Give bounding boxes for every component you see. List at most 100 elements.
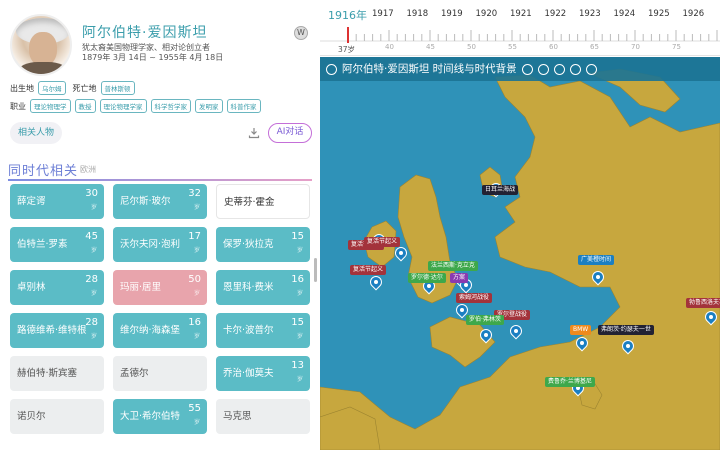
copy-icon[interactable] bbox=[521, 63, 533, 75]
timeline-age-tick: 70 bbox=[631, 43, 640, 51]
contemporary-age: 45 bbox=[85, 231, 98, 242]
map-pin-icon[interactable] bbox=[477, 326, 495, 345]
map-event-label[interactable]: 复活节起义 bbox=[364, 237, 401, 247]
job-tag[interactable]: 发明家 bbox=[195, 99, 223, 113]
person-lifespan: 1879年 3月 14日 ~ 1955年 4月 18日 bbox=[82, 53, 224, 62]
birthplace-label: 出生地 bbox=[10, 83, 34, 93]
contemporary-age: 17 bbox=[188, 231, 201, 242]
contemporary-age-unit: 岁 bbox=[90, 290, 97, 297]
contemporary-card[interactable]: 赫伯特·斯宾塞 bbox=[10, 356, 104, 391]
contemporary-card[interactable]: 卓别林 28 岁 bbox=[10, 270, 104, 305]
contemporary-name: 诺贝尔 bbox=[17, 411, 46, 422]
related-people-button[interactable]: 相关人物 bbox=[10, 122, 63, 144]
timeline-age-tick: 50 bbox=[467, 43, 476, 51]
section-divider bbox=[8, 179, 312, 181]
contemporary-card[interactable]: 恩里科·费米 16 岁 bbox=[216, 270, 310, 305]
contemporary-card[interactable]: 史蒂芬·霍金 bbox=[216, 184, 310, 219]
map[interactable]: 阿尔伯特·爱因斯坦 时间线与时代背景 日耳兰海战复活节起义复活节起义复活节起义法… bbox=[320, 57, 720, 450]
target-icon[interactable] bbox=[537, 63, 549, 75]
contemporary-age: 28 bbox=[85, 274, 98, 285]
map-pin-icon[interactable] bbox=[589, 268, 607, 287]
contemporary-age: 50 bbox=[188, 274, 201, 285]
contemporary-age-unit: 岁 bbox=[90, 204, 97, 211]
map-pin-icon[interactable] bbox=[367, 273, 385, 292]
timeline-age-tick: 55 bbox=[508, 43, 517, 51]
contemporary-card[interactable]: 马克思 bbox=[216, 399, 310, 434]
contemporary-card[interactable]: 乔治·伽莫夫 13 岁 bbox=[216, 356, 310, 391]
job-tag[interactable]: 理论物理学家 bbox=[99, 99, 147, 113]
contemporary-name: 玛丽·居里 bbox=[120, 282, 162, 293]
contemporary-card[interactable]: 薛定谔 30 岁 bbox=[10, 184, 104, 219]
timeline-bar[interactable]: 1916年 1917 1918 1919 1920 1921 1922 1923 1924 19… bbox=[320, 0, 720, 56]
job-tag[interactable]: 科普作家 bbox=[226, 99, 261, 113]
contemporary-age-unit: 岁 bbox=[193, 247, 200, 254]
timeline-current-marker[interactable] bbox=[347, 27, 349, 43]
contemporary-card[interactable]: 尼尔斯·玻尔 32 岁 bbox=[113, 184, 207, 219]
section-region[interactable]: 欧洲 bbox=[80, 164, 96, 175]
contemporary-card[interactable]: 诺贝尔 bbox=[10, 399, 104, 434]
map-pin-icon[interactable] bbox=[392, 244, 410, 263]
timeline-age-tick: 75 bbox=[672, 43, 681, 51]
map-event-label[interactable]: 费鲁乔·兰博基尼 bbox=[545, 377, 595, 387]
contemporary-name: 保罗·狄拉克 bbox=[223, 239, 274, 250]
deathplace-label: 死亡地 bbox=[72, 83, 97, 93]
contemporary-card[interactable]: 玛丽·居里 50 岁 bbox=[113, 270, 207, 305]
map-pin-icon[interactable] bbox=[507, 322, 525, 341]
map-event-label[interactable]: 法兰西斯·克立克 bbox=[428, 261, 478, 271]
contemporary-card[interactable]: 保罗·狄拉克 15 岁 bbox=[216, 227, 310, 262]
contemporary-card[interactable]: 沃尔夫冈·泡利 17 岁 bbox=[113, 227, 207, 262]
timeline-current-age: 37岁 bbox=[338, 45, 356, 54]
map-event-label[interactable]: 勃鲁西洛夫攻势 bbox=[686, 298, 720, 308]
timeline-age-tick: 60 bbox=[549, 43, 558, 51]
map-event-label[interactable]: 索姆河战役 bbox=[456, 293, 493, 303]
panel-resize-handle[interactable] bbox=[314, 258, 317, 282]
avatar[interactable] bbox=[10, 14, 72, 76]
contemporary-name: 大卫·希尔伯特 bbox=[120, 411, 181, 422]
contemporary-age: 55 bbox=[188, 403, 201, 414]
contemporary-card[interactable]: 路德维希·维特根 28 岁 bbox=[10, 313, 104, 348]
ai-chat-button[interactable]: AI对话 bbox=[268, 123, 312, 143]
contemporary-name: 尼尔斯·玻尔 bbox=[120, 196, 171, 207]
timeline-age-tick: 40 bbox=[385, 43, 394, 51]
contemporary-name: 卓别林 bbox=[17, 282, 46, 293]
contemporary-name: 恩里科·费米 bbox=[223, 282, 274, 293]
contemporary-name: 史蒂芬·霍金 bbox=[224, 197, 275, 208]
contemporary-card[interactable]: 伯特兰·罗素 45 岁 bbox=[10, 227, 104, 262]
contemporary-card[interactable]: 孟德尔 bbox=[113, 356, 207, 391]
timeline-ruler[interactable] bbox=[320, 0, 720, 56]
map-event-label[interactable]: 复活节起义 bbox=[350, 265, 387, 275]
map-event-label[interactable]: 弗朗茨·约瑟夫一世 bbox=[598, 325, 654, 335]
location-icon[interactable] bbox=[553, 63, 565, 75]
job-tag[interactable]: 理论物理学 bbox=[30, 99, 71, 113]
map-pin-icon[interactable] bbox=[702, 308, 720, 327]
contemporary-name: 卡尔·波普尔 bbox=[223, 325, 274, 336]
map-pin-icon[interactable] bbox=[573, 334, 591, 353]
job-tag[interactable]: 教授 bbox=[74, 99, 96, 113]
contemporary-card[interactable]: 卡尔·波普尔 15 岁 bbox=[216, 313, 310, 348]
wikipedia-icon[interactable]: W bbox=[294, 26, 308, 40]
settings-icon[interactable] bbox=[569, 63, 581, 75]
map-event-label[interactable]: 广美橙时间 bbox=[578, 255, 615, 265]
play-icon[interactable] bbox=[585, 63, 597, 75]
map-event-label[interactable]: 方案 bbox=[450, 273, 469, 283]
contemporary-age-unit: 岁 bbox=[193, 333, 200, 340]
map-event-label[interactable]: BMW bbox=[570, 325, 592, 335]
contemporary-card[interactable]: 大卫·希尔伯特 55 岁 bbox=[113, 399, 207, 434]
contemporary-age-unit: 岁 bbox=[296, 333, 303, 340]
download-icon[interactable] bbox=[248, 127, 260, 139]
map-pin-icon[interactable] bbox=[619, 337, 637, 356]
contemporary-age-unit: 岁 bbox=[90, 247, 97, 254]
contemporary-age: 32 bbox=[188, 188, 201, 199]
map-panel: 1916年 1917 1918 1919 1920 1921 1922 1923 1924 19… bbox=[320, 0, 720, 450]
job-tag[interactable]: 科学哲学家 bbox=[150, 99, 191, 113]
deathplace-tag[interactable]: 普林斯顿 bbox=[100, 81, 135, 95]
birthplace-tag[interactable]: 乌尔姆 bbox=[38, 81, 66, 95]
contemporary-name: 伯特兰·罗素 bbox=[17, 239, 68, 250]
map-event-label[interactable]: 日耳兰海战 bbox=[482, 185, 519, 195]
contemporary-age-unit: 岁 bbox=[193, 290, 200, 297]
contemporary-name: 孟德尔 bbox=[120, 368, 149, 379]
contemporary-name: 马克思 bbox=[223, 411, 252, 422]
contemporary-card[interactable]: 维尔纳·海森堡 16 岁 bbox=[113, 313, 207, 348]
map-event-label[interactable]: 罗尔德·达尔 bbox=[408, 273, 446, 283]
map-event-label[interactable]: 罗伯·弗林茨 bbox=[466, 315, 504, 325]
